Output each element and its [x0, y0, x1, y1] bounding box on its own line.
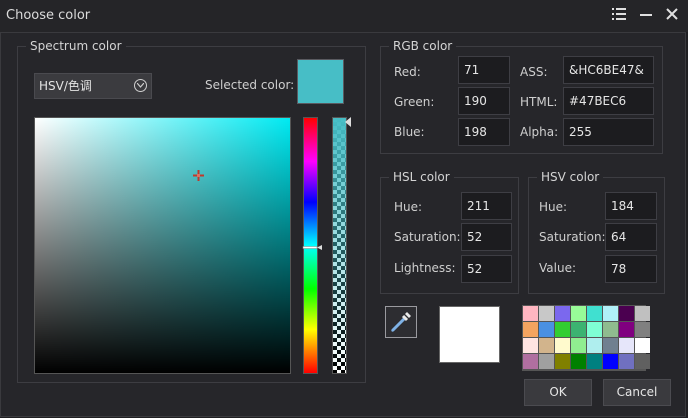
palette-swatch[interactable]: [619, 338, 634, 353]
palette-swatch[interactable]: [603, 354, 618, 369]
palette-swatch[interactable]: [603, 306, 618, 321]
hsv-value-input[interactable]: 78: [605, 255, 657, 283]
hsv-hue-label: Hue:: [539, 200, 568, 214]
palette-swatch[interactable]: [539, 338, 554, 353]
palette-swatch[interactable]: [523, 354, 538, 369]
palette-swatch[interactable]: [523, 322, 538, 337]
hsv-group-title: HSV color: [537, 170, 604, 184]
palette-swatch[interactable]: [635, 354, 650, 369]
blue-input[interactable]: 198: [458, 118, 510, 146]
color-preview-box: [439, 306, 500, 363]
palette-swatch[interactable]: [603, 338, 618, 353]
palette-swatch[interactable]: [571, 322, 586, 337]
eyedropper-button[interactable]: [385, 306, 417, 338]
spectrum-mode-value: HSV/色调: [39, 79, 92, 93]
title-bar: Choose color: [0, 0, 688, 32]
hsv-value-label: Value:: [539, 261, 576, 275]
palette-swatch[interactable]: [523, 306, 538, 321]
chevron-down-icon: [134, 79, 147, 92]
palette-swatch[interactable]: [555, 322, 570, 337]
hsv-hue-input[interactable]: 184: [605, 192, 657, 220]
html-label: HTML:: [520, 95, 558, 109]
palette-swatch[interactable]: [635, 322, 650, 337]
hsl-lightness-input[interactable]: 52: [461, 255, 512, 283]
alpha-input[interactable]: 255: [563, 118, 654, 146]
hsl-lightness-label: Lightness:: [394, 261, 456, 275]
palette-swatch[interactable]: [587, 306, 602, 321]
ok-button[interactable]: OK: [524, 379, 592, 406]
hsl-group-title: HSL color: [389, 170, 454, 184]
palette-swatch[interactable]: [539, 354, 554, 369]
hsl-saturation-label: Saturation:: [394, 230, 461, 244]
palette-swatch[interactable]: [619, 354, 634, 369]
ass-input[interactable]: &HC6BE47&: [563, 56, 654, 84]
spectrum-group-title: Spectrum color: [26, 39, 126, 53]
html-input[interactable]: #47BEC6: [563, 87, 654, 115]
minimize-icon[interactable]: [636, 6, 656, 26]
palette-swatch[interactable]: [555, 338, 570, 353]
hsl-hue-input[interactable]: 211: [461, 192, 512, 220]
spectrum-mode-select[interactable]: HSV/色调: [34, 73, 152, 99]
palette-swatch[interactable]: [539, 322, 554, 337]
palette-swatch[interactable]: [555, 306, 570, 321]
alpha-label: Alpha:: [520, 125, 559, 139]
palette-swatch[interactable]: [523, 338, 538, 353]
alpha-slider-handle[interactable]: [345, 117, 351, 127]
hsv-saturation-input[interactable]: 64: [605, 223, 657, 251]
hue-slider-handle[interactable]: [300, 239, 322, 250]
picker-crosshair-icon[interactable]: [193, 170, 204, 181]
palette-swatch[interactable]: [635, 306, 650, 321]
palette-swatch[interactable]: [571, 306, 586, 321]
color-palette: [522, 305, 650, 371]
green-input[interactable]: 190: [458, 87, 510, 115]
palette-swatch[interactable]: [587, 354, 602, 369]
palette-swatch[interactable]: [555, 354, 570, 369]
palette-swatch[interactable]: [635, 338, 650, 353]
selected-color-swatch: [297, 59, 344, 104]
cancel-button[interactable]: Cancel: [603, 379, 671, 406]
palette-swatch[interactable]: [539, 306, 554, 321]
alpha-slider[interactable]: [332, 117, 347, 374]
hsv-saturation-label: Saturation:: [539, 230, 606, 244]
red-label: Red:: [394, 65, 421, 79]
palette-swatch[interactable]: [619, 306, 634, 321]
ass-label: ASS:: [520, 65, 548, 79]
window-title: Choose color: [6, 8, 91, 23]
red-input[interactable]: 71: [458, 56, 510, 84]
hsl-hue-label: Hue:: [394, 200, 423, 214]
rgb-group-title: RGB color: [389, 39, 457, 53]
menu-list-icon[interactable]: [609, 6, 629, 26]
palette-swatch[interactable]: [571, 354, 586, 369]
palette-swatch[interactable]: [603, 322, 618, 337]
saturation-value-picker[interactable]: [34, 117, 291, 374]
selected-color-label: Selected color:: [205, 78, 295, 92]
blue-label: Blue:: [394, 125, 425, 139]
palette-swatch[interactable]: [587, 322, 602, 337]
green-label: Green:: [394, 95, 435, 109]
close-icon[interactable]: [662, 6, 682, 26]
eyedropper-icon: [386, 312, 416, 340]
hsl-saturation-input[interactable]: 52: [461, 223, 512, 251]
palette-swatch[interactable]: [587, 338, 602, 353]
palette-swatch[interactable]: [619, 322, 634, 337]
palette-swatch[interactable]: [571, 338, 586, 353]
